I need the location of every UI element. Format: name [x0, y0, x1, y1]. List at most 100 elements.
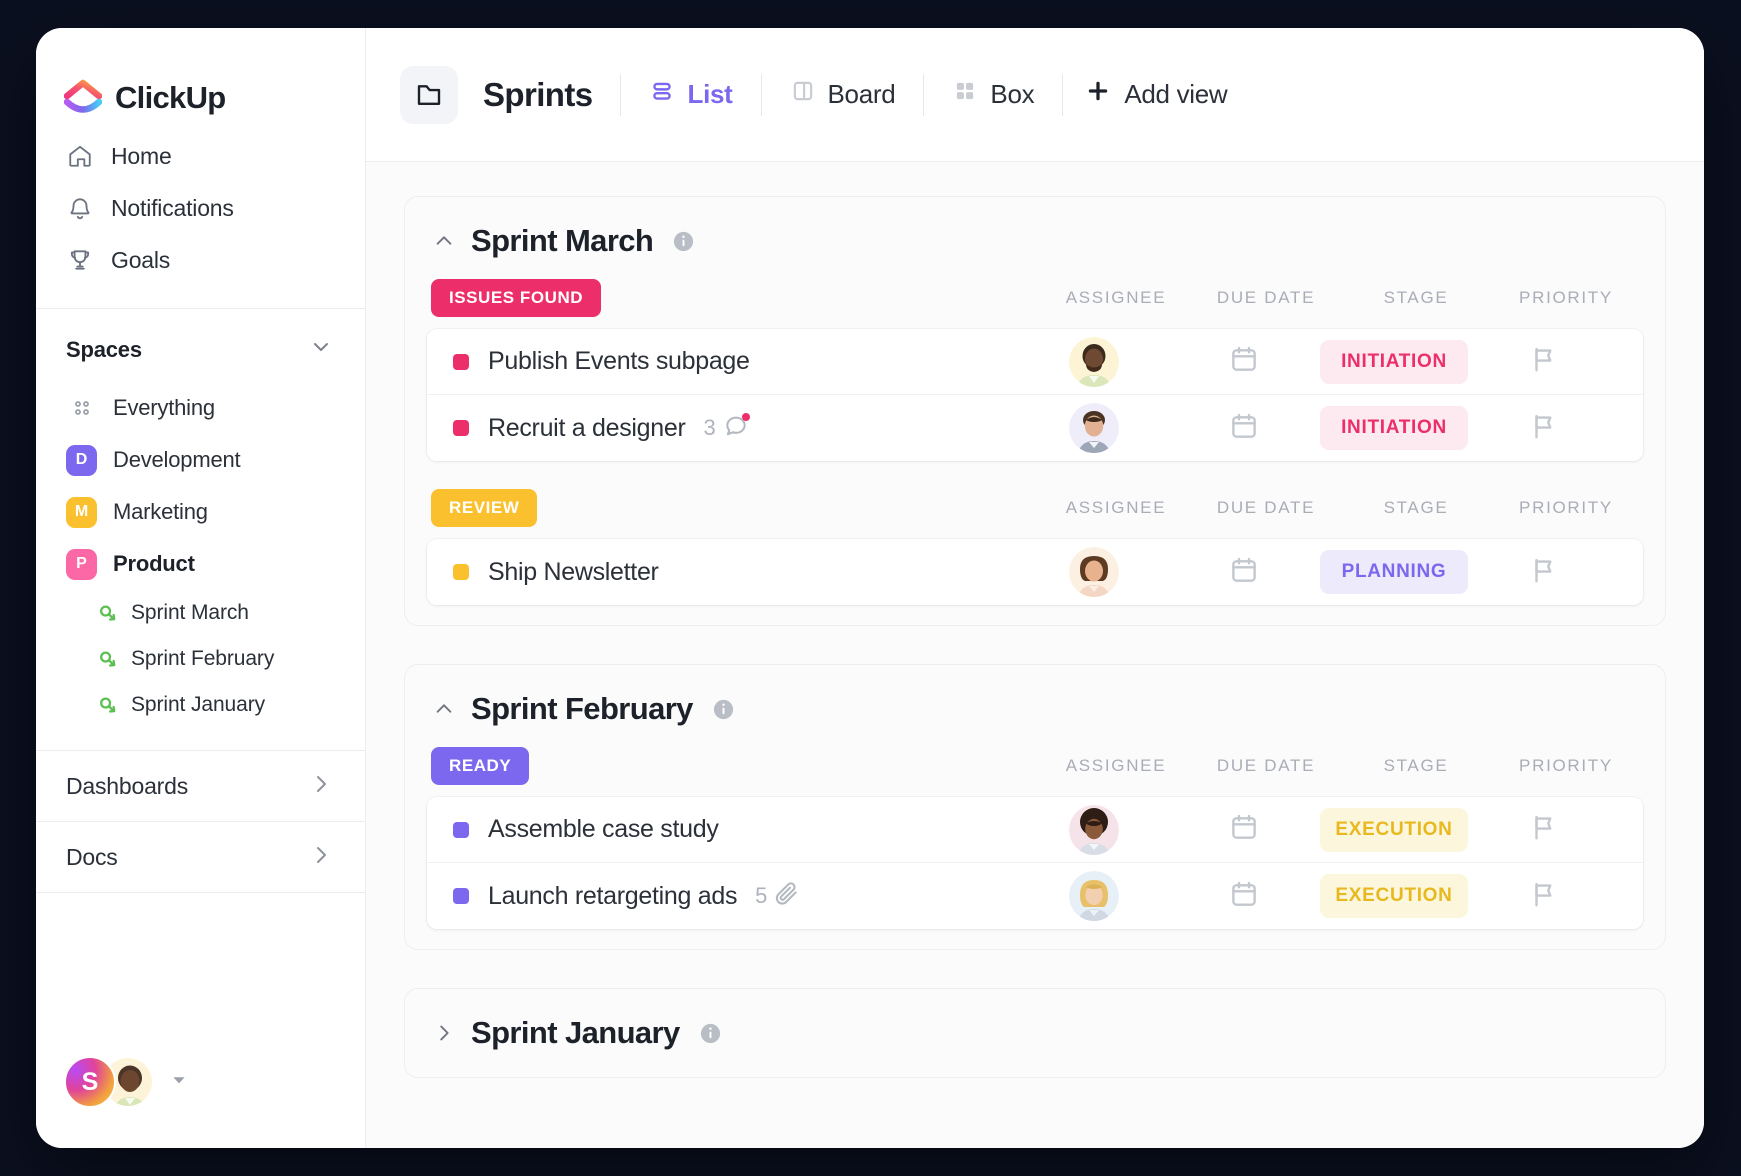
- assignee-cell[interactable]: [1019, 403, 1169, 453]
- clickup-logo-icon: [63, 79, 103, 117]
- sidebar-item-label: Sprint March: [131, 601, 249, 624]
- stage-badge[interactable]: INITIATION: [1320, 406, 1468, 450]
- sidebar-item-sprint-march[interactable]: Sprint March: [36, 590, 365, 636]
- info-icon[interactable]: [672, 230, 695, 253]
- sidebar-item-sprint-january[interactable]: Sprint January: [36, 682, 365, 728]
- due-date-cell[interactable]: [1169, 555, 1319, 590]
- table-row[interactable]: Ship Newsletter PLANNING: [427, 539, 1643, 605]
- sidebar-footer: S: [36, 1056, 365, 1148]
- info-icon[interactable]: [712, 698, 735, 721]
- table-row[interactable]: Assemble case study EXECUTION: [427, 797, 1643, 863]
- paperclip-icon: [774, 880, 800, 912]
- sprint-header[interactable]: Sprint February: [405, 665, 1665, 741]
- status-dot[interactable]: [453, 353, 469, 370]
- table-row[interactable]: Publish Events subpage INITIATION: [427, 329, 1643, 395]
- due-date-cell[interactable]: [1169, 411, 1319, 446]
- avatar[interactable]: [1069, 336, 1119, 387]
- chevron-right-icon[interactable]: [433, 1022, 455, 1044]
- chevron-up-icon[interactable]: [433, 230, 455, 252]
- table-row[interactable]: Launch retargeting ads 5 EXECUTION: [427, 863, 1643, 929]
- brand[interactable]: ClickUp: [36, 28, 365, 124]
- status-dot[interactable]: [453, 821, 469, 838]
- spaces-header[interactable]: Spaces: [36, 309, 365, 382]
- task-rows: Ship Newsletter PLANNING: [427, 539, 1643, 605]
- avatar[interactable]: [1069, 871, 1119, 921]
- comment-count[interactable]: 3: [703, 412, 750, 444]
- priority-cell[interactable]: [1469, 812, 1619, 847]
- row-cells: EXECUTION: [1019, 804, 1643, 855]
- stage-cell[interactable]: PLANNING: [1319, 550, 1469, 594]
- sprint-card-january: Sprint January: [404, 988, 1666, 1078]
- sidebar-item-home[interactable]: Home: [36, 130, 365, 182]
- sprint-title: Sprint March: [471, 223, 654, 258]
- tab-list[interactable]: List: [621, 66, 760, 124]
- column-header-stage: STAGE: [1383, 756, 1449, 775]
- assignee-cell[interactable]: [1019, 804, 1169, 855]
- priority-cell[interactable]: [1469, 411, 1619, 446]
- sprint-header[interactable]: Sprint January: [405, 989, 1665, 1077]
- avatar[interactable]: [1069, 403, 1119, 453]
- sidebar-item-sprint-february[interactable]: Sprint February: [36, 636, 365, 682]
- chevron-down-icon[interactable]: [309, 335, 333, 364]
- tab-box[interactable]: Box: [924, 66, 1062, 124]
- stage-cell[interactable]: INITIATION: [1319, 339, 1469, 384]
- sidebar-item-notifications[interactable]: Notifications: [36, 182, 365, 234]
- stage-badge[interactable]: EXECUTION: [1320, 807, 1468, 852]
- stage-cell[interactable]: EXECUTION: [1319, 807, 1469, 852]
- status-badge[interactable]: ISSUES FOUND: [431, 279, 602, 317]
- status-dot[interactable]: [453, 564, 469, 580]
- assignee-cell[interactable]: [1019, 336, 1169, 387]
- priority-cell[interactable]: [1469, 555, 1619, 590]
- sidebar-item-everything[interactable]: Everything: [36, 382, 365, 434]
- avatar-stack[interactable]: S: [64, 1056, 154, 1108]
- sidebar-item-product[interactable]: P Product: [36, 538, 365, 590]
- column-header-due-date: DUE DATE: [1216, 756, 1316, 775]
- status-badge[interactable]: REVIEW: [431, 489, 538, 527]
- stage-badge[interactable]: PLANNING: [1320, 550, 1468, 594]
- sidebar-item-dashboards[interactable]: Dashboards: [36, 751, 365, 821]
- sidebar-item-development[interactable]: D Development: [36, 434, 365, 486]
- space-avatar: D: [66, 444, 97, 476]
- due-date-cell[interactable]: [1169, 812, 1319, 847]
- priority-cell[interactable]: [1469, 879, 1619, 914]
- due-date-cell[interactable]: [1169, 344, 1319, 379]
- sidebar-item-docs[interactable]: Docs: [36, 822, 365, 892]
- space-avatar: P: [66, 548, 97, 580]
- attachment-count[interactable]: 5: [755, 880, 800, 912]
- plus-icon: [1085, 78, 1111, 111]
- folder-icon[interactable]: [400, 65, 458, 124]
- assignee-cell[interactable]: [1019, 871, 1169, 921]
- avatar[interactable]: [1069, 547, 1119, 597]
- tab-board[interactable]: Board: [762, 66, 924, 124]
- sidebar-item-goals[interactable]: Goals: [36, 234, 365, 286]
- column-headers: ASSIGNEE DUE DATE STAGE PRIORITY: [1041, 483, 1641, 533]
- bell-icon: [66, 194, 94, 222]
- status-dot[interactable]: [453, 888, 469, 904]
- due-date-cell[interactable]: [1169, 879, 1319, 914]
- chevron-up-icon[interactable]: [433, 698, 455, 720]
- attachment-count-value: 5: [755, 883, 768, 908]
- flag-icon: [1529, 411, 1559, 446]
- info-icon[interactable]: [699, 1022, 722, 1045]
- sidebar-item-marketing[interactable]: M Marketing: [36, 486, 365, 538]
- workspace-avatar[interactable]: S: [64, 1056, 116, 1108]
- sprint-header[interactable]: Sprint March: [405, 197, 1665, 273]
- stage-badge[interactable]: INITIATION: [1320, 339, 1468, 384]
- chevron-right-icon: [309, 843, 333, 872]
- status-badge[interactable]: READY: [431, 747, 530, 785]
- sidebar-item-label: Sprint February: [131, 647, 275, 670]
- sidebar-item-label: Sprint January: [131, 693, 266, 716]
- sprint-card-february: Sprint February READY ASSIGNEE DUE DATE …: [404, 664, 1666, 950]
- stage-cell[interactable]: EXECUTION: [1319, 874, 1469, 918]
- assignee-cell[interactable]: [1019, 547, 1169, 597]
- add-view-button[interactable]: Add view: [1063, 66, 1249, 124]
- stage-badge[interactable]: EXECUTION: [1320, 874, 1468, 918]
- caret-down-icon[interactable]: [170, 1071, 188, 1094]
- sprint-title: Sprint February: [471, 691, 693, 726]
- status-dot[interactable]: [453, 420, 469, 436]
- tab-label: List: [687, 79, 733, 109]
- avatar[interactable]: [1069, 804, 1119, 855]
- table-row[interactable]: Recruit a designer 3 INITIATION: [427, 395, 1643, 461]
- stage-cell[interactable]: INITIATION: [1319, 406, 1469, 450]
- priority-cell[interactable]: [1469, 344, 1619, 379]
